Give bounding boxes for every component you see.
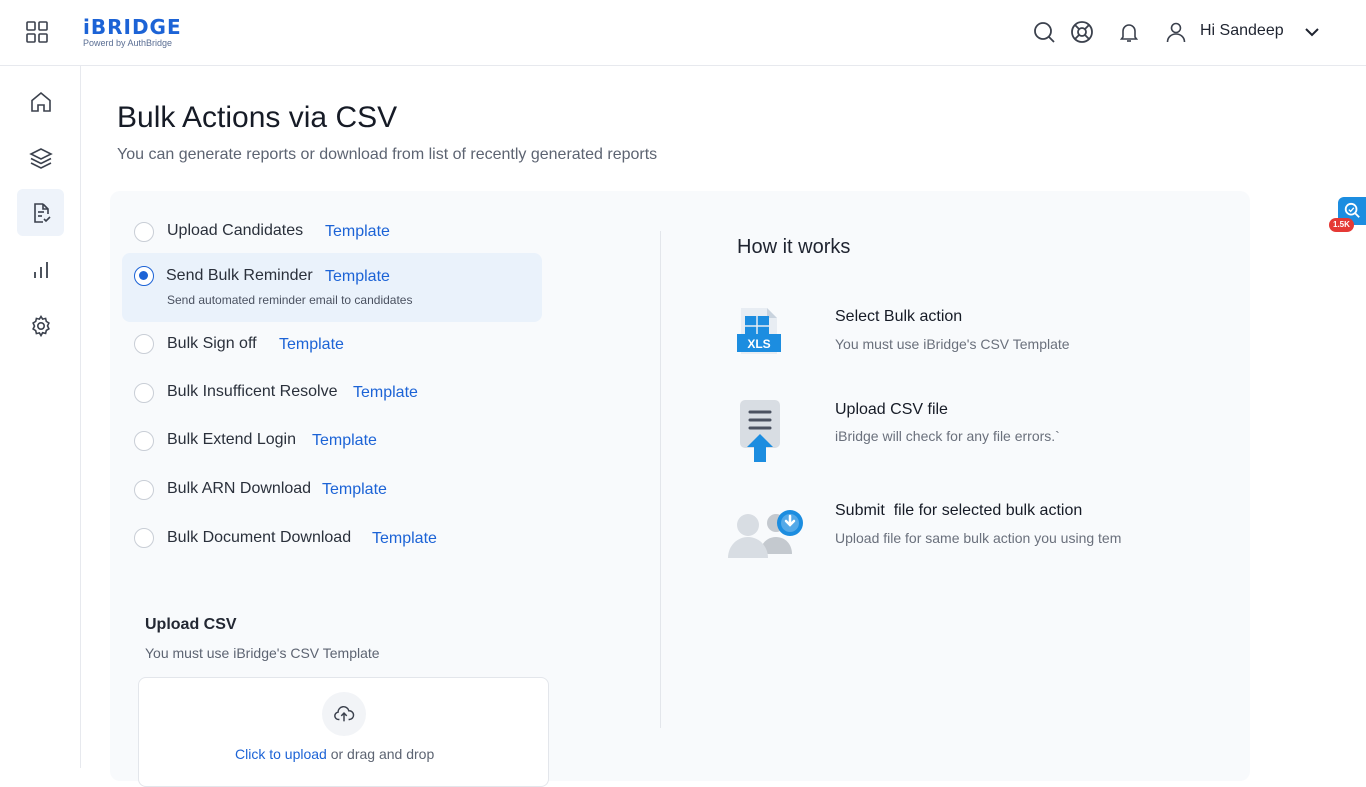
- step-description: You must use iBridge's CSV Template: [835, 336, 1070, 352]
- radio-button[interactable]: [134, 480, 154, 500]
- page-subtitle: You can generate reports or download fro…: [117, 146, 658, 163]
- radio-button-selected[interactable]: [134, 266, 154, 286]
- home-icon: [30, 91, 51, 112]
- upload-instructions: Click to upload or drag and drop: [235, 746, 434, 762]
- sidebar: [0, 66, 81, 768]
- sidebar-item-reports[interactable]: [17, 189, 64, 236]
- gear-icon: [31, 314, 50, 337]
- logo-text: iBRIDGE: [83, 15, 182, 39]
- card-divider: [660, 231, 661, 728]
- apps-grid-icon[interactable]: [26, 21, 48, 43]
- how-it-works-title: How it works: [737, 236, 851, 258]
- template-link[interactable]: Template: [372, 530, 437, 548]
- option-label: Bulk Insufficent Resolve: [167, 383, 338, 400]
- xls-icon-label: XLS: [747, 337, 770, 351]
- count-badge: 1.5K: [1329, 218, 1354, 232]
- option-bulk-document-download[interactable]: [134, 526, 154, 550]
- step-description: Upload file for same bulk action you usi…: [835, 530, 1122, 546]
- option-label: Bulk Extend Login: [167, 431, 296, 448]
- radio-button[interactable]: [134, 334, 154, 354]
- users-download-icon: [728, 510, 803, 558]
- option-send-bulk-reminder[interactable]: [134, 264, 154, 288]
- option-bulk-sign-off[interactable]: [134, 332, 154, 356]
- template-link[interactable]: Template: [325, 223, 390, 241]
- option-bulk-arn-download[interactable]: [134, 478, 154, 502]
- cloud-upload-icon: [334, 705, 355, 722]
- top-bar: iBRIDGE Powerd by AuthBridge Hi Sandeep: [0, 0, 1366, 66]
- drag-drop-text: or drag and drop: [326, 746, 435, 762]
- logo-tagline: Powerd by AuthBridge: [83, 38, 173, 48]
- radio-button[interactable]: [134, 528, 154, 548]
- option-label: Bulk Document Download: [167, 529, 352, 546]
- bar-chart-icon: [33, 261, 48, 278]
- upload-section-title: Upload CSV: [145, 616, 237, 633]
- search-icon[interactable]: [1032, 20, 1056, 44]
- page-title: Bulk Actions via CSV: [117, 101, 398, 134]
- brand-logo[interactable]: iBRIDGE Powerd by AuthBridge: [83, 16, 182, 48]
- option-bulk-extend-login[interactable]: [134, 429, 154, 453]
- support-icon[interactable]: [1070, 20, 1094, 44]
- template-link[interactable]: Template: [325, 268, 390, 286]
- xls-file-icon: XLS: [737, 308, 781, 354]
- file-upload-icon: [740, 400, 780, 462]
- step-title: Select Bulk action: [835, 308, 963, 325]
- option-upload-candidates[interactable]: [134, 220, 154, 244]
- sidebar-item-home[interactable]: [17, 78, 64, 125]
- step-title: Upload CSV file: [835, 401, 948, 418]
- selected-option-highlight: [122, 253, 542, 322]
- option-description: Send automated reminder email to candida…: [167, 293, 413, 307]
- step-title: Submit file for selected bulk action: [835, 502, 1083, 519]
- option-label: Upload Candidates: [167, 222, 304, 239]
- radio-button[interactable]: [134, 383, 154, 403]
- sidebar-item-analytics[interactable]: [17, 246, 64, 293]
- document-check-icon: [33, 202, 51, 223]
- step-description: iBridge will check for any file errors.`: [835, 428, 1060, 444]
- user-icon[interactable]: [1164, 20, 1188, 44]
- chevron-down-icon[interactable]: [1302, 22, 1322, 42]
- radio-button[interactable]: [134, 431, 154, 451]
- template-link[interactable]: Template: [322, 481, 387, 499]
- option-bulk-insufficent-resolve[interactable]: [134, 381, 154, 405]
- option-label: Send Bulk Reminder: [166, 267, 313, 284]
- template-link[interactable]: Template: [312, 432, 377, 450]
- option-label: Bulk Sign off: [167, 335, 257, 352]
- layers-icon: [28, 147, 53, 169]
- bell-icon[interactable]: [1117, 20, 1141, 44]
- radio-button[interactable]: [134, 222, 154, 242]
- user-greeting[interactable]: Hi Sandeep: [1200, 22, 1284, 40]
- sidebar-item-settings[interactable]: [17, 302, 64, 349]
- sidebar-item-layers[interactable]: [17, 134, 64, 181]
- click-to-upload-link[interactable]: Click to upload: [235, 746, 327, 762]
- upload-button[interactable]: [322, 692, 366, 736]
- template-link[interactable]: Template: [279, 336, 344, 354]
- option-label: Bulk ARN Download: [167, 480, 312, 497]
- template-link[interactable]: Template: [353, 384, 418, 402]
- upload-section-subtitle: You must use iBridge's CSV Template: [145, 645, 380, 661]
